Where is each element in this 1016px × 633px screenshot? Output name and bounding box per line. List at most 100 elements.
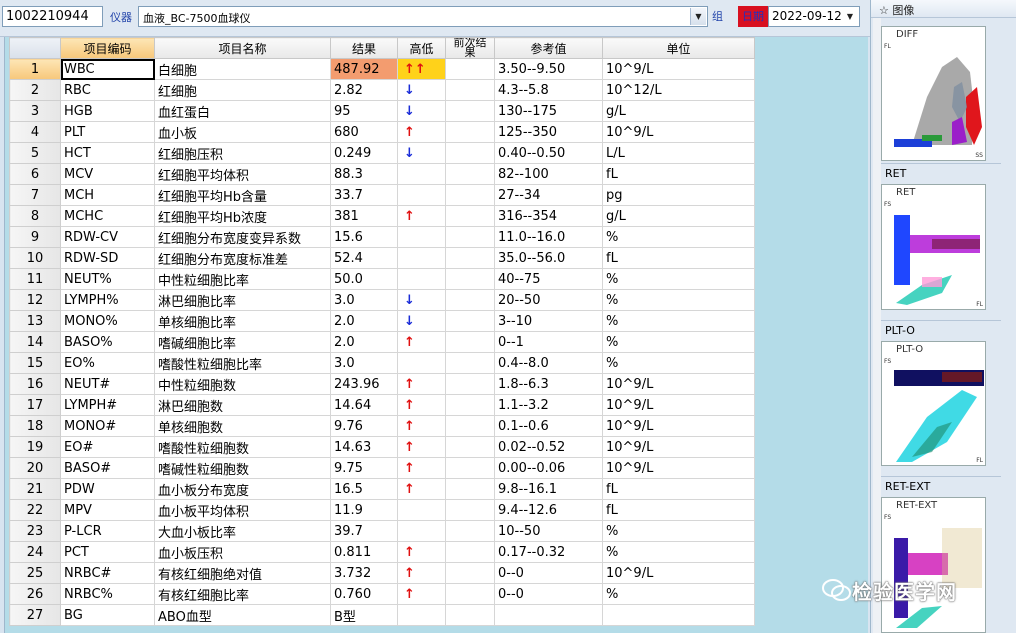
cell-item-name[interactable]: 嗜酸性粒细胞数 — [154, 436, 331, 458]
cell-unit[interactable]: fL — [602, 247, 755, 269]
cell-flag[interactable]: ↓ — [397, 289, 446, 311]
cell-reference-range[interactable]: 0--0 — [494, 583, 603, 605]
cell-item-code[interactable]: BASO% — [60, 331, 155, 353]
cell-unit[interactable]: fL — [602, 163, 755, 185]
cell-item-code[interactable]: NRBC% — [60, 583, 155, 605]
cell-result[interactable]: 14.64 — [330, 394, 398, 416]
cell-item-code[interactable]: EO# — [60, 436, 155, 458]
cell-result[interactable]: 14.63 — [330, 436, 398, 458]
cell-prev-result[interactable] — [445, 604, 495, 626]
cell-flag[interactable]: ↓ — [397, 142, 446, 164]
chevron-down-icon[interactable]: ▼ — [842, 8, 858, 25]
table-row[interactable]: 16 NEUT# 中性粒细胞数 243.96 ↑ 1.8--6.3 10^9/L — [9, 373, 755, 395]
cell-item-code[interactable]: RDW-CV — [60, 226, 155, 248]
cell-flag[interactable]: ↑ — [397, 373, 446, 395]
cell-item-name[interactable]: 血小板压积 — [154, 541, 331, 563]
sample-id-input[interactable]: 1002210944 — [2, 6, 103, 27]
cell-item-code[interactable]: NEUT# — [60, 373, 155, 395]
cell-result[interactable]: 88.3 — [330, 163, 398, 185]
cell-item-name[interactable]: 红细胞 — [154, 79, 331, 101]
cell-item-name[interactable]: 淋巴细胞数 — [154, 394, 331, 416]
table-row[interactable]: 8 MCHC 红细胞平均Hb浓度 381 ↑ 316--354 g/L — [9, 205, 755, 227]
header-code[interactable]: 项目编码 — [60, 37, 155, 59]
cell-item-name[interactable]: 血小板分布宽度 — [154, 478, 331, 500]
cell-reference-range[interactable]: 0.00--0.06 — [494, 457, 603, 479]
cell-item-code[interactable]: BASO# — [60, 457, 155, 479]
cell-item-name[interactable]: 中性粒细胞比率 — [154, 268, 331, 290]
table-row[interactable]: 11 NEUT% 中性粒细胞比率 50.0 40--75% — [9, 268, 755, 290]
table-row[interactable]: 12 LYMPH% 淋巴细胞比率 3.0 ↓ 20--50% — [9, 289, 755, 311]
cell-row-index[interactable]: 20 — [9, 457, 61, 479]
cell-prev-result[interactable] — [445, 520, 495, 542]
cell-item-name[interactable]: 嗜碱性粒细胞数 — [154, 457, 331, 479]
cell-prev-result[interactable] — [445, 142, 495, 164]
cell-item-name[interactable]: 有核红细胞绝对值 — [154, 562, 331, 584]
cell-item-code[interactable]: PDW — [60, 478, 155, 500]
cell-flag[interactable]: ↓ — [397, 100, 446, 122]
cell-prev-result[interactable] — [445, 289, 495, 311]
cell-result[interactable]: 95 — [330, 100, 398, 122]
cell-unit[interactable]: 10^9/L — [602, 121, 755, 143]
cell-reference-range[interactable]: 0--1 — [494, 331, 603, 353]
cell-item-code[interactable]: HGB — [60, 100, 155, 122]
table-row[interactable]: 9 RDW-CV 红细胞分布宽度变异系数 15.6 11.0--16.0% — [9, 226, 755, 248]
cell-row-index[interactable]: 9 — [9, 226, 61, 248]
cell-flag[interactable] — [397, 247, 446, 269]
cell-item-name[interactable]: 红细胞分布宽度标准差 — [154, 247, 331, 269]
cell-item-name[interactable]: 血红蛋白 — [154, 100, 331, 122]
cell-item-name[interactable]: 大血小板比率 — [154, 520, 331, 542]
cell-result[interactable]: 3.0 — [330, 352, 398, 374]
panel-scrollbar[interactable] — [873, 18, 881, 633]
cell-reference-range[interactable]: 1.1--3.2 — [494, 394, 603, 416]
cell-item-code[interactable]: HCT — [60, 142, 155, 164]
cell-item-name[interactable]: 中性粒细胞数 — [154, 373, 331, 395]
cell-row-index[interactable]: 12 — [9, 289, 61, 311]
cell-prev-result[interactable] — [445, 352, 495, 374]
cell-unit[interactable] — [602, 604, 755, 626]
cell-reference-range[interactable]: 9.8--16.1 — [494, 478, 603, 500]
cell-result[interactable]: 33.7 — [330, 184, 398, 206]
table-row[interactable]: 2 RBC 红细胞 2.82 ↓ 4.3--5.8 10^12/L — [9, 79, 755, 101]
cell-row-index[interactable]: 14 — [9, 331, 61, 353]
images-panel-title[interactable]: ☆ 图像 — [871, 0, 1016, 18]
cell-prev-result[interactable] — [445, 79, 495, 101]
cell-result[interactable]: 9.75 — [330, 457, 398, 479]
cell-result[interactable]: 50.0 — [330, 268, 398, 290]
cell-item-code[interactable]: MONO% — [60, 310, 155, 332]
cell-item-name[interactable]: 有核红细胞比率 — [154, 583, 331, 605]
cell-unit[interactable]: % — [602, 310, 755, 332]
cell-prev-result[interactable] — [445, 415, 495, 437]
cell-item-code[interactable]: RBC — [60, 79, 155, 101]
cell-row-index[interactable]: 26 — [9, 583, 61, 605]
cell-reference-range[interactable]: 3--10 — [494, 310, 603, 332]
cell-reference-range[interactable]: 0.17--0.32 — [494, 541, 603, 563]
table-row[interactable]: 4 PLT 血小板 680 ↑ 125--350 10^9/L — [9, 121, 755, 143]
cell-result[interactable]: 2.0 — [330, 331, 398, 353]
cell-result[interactable]: B型 — [330, 604, 398, 626]
cell-result[interactable]: 9.76 — [330, 415, 398, 437]
cell-prev-result[interactable] — [445, 247, 495, 269]
cell-result[interactable]: 16.5 — [330, 478, 398, 500]
header-name[interactable]: 项目名称 — [154, 37, 331, 59]
cell-flag[interactable] — [397, 163, 446, 185]
cell-result[interactable]: 0.249 — [330, 142, 398, 164]
cell-prev-result[interactable] — [445, 394, 495, 416]
cell-reference-range[interactable]: 35.0--56.0 — [494, 247, 603, 269]
cell-row-index[interactable]: 3 — [9, 100, 61, 122]
cell-item-name[interactable]: 血小板 — [154, 121, 331, 143]
date-picker[interactable]: 2022-09-12 ▼ — [768, 6, 860, 27]
instrument-select[interactable]: 血液_BC-7500血球仪 ▼ — [138, 6, 708, 27]
cell-prev-result[interactable] — [445, 184, 495, 206]
cell-row-index[interactable]: 8 — [9, 205, 61, 227]
table-row[interactable]: 20 BASO# 嗜碱性粒细胞数 9.75 ↑ 0.00--0.06 10^9/L — [9, 457, 755, 479]
cell-item-name[interactable]: 白细胞 — [154, 58, 331, 80]
table-row[interactable]: 14 BASO% 嗜碱细胞比率 2.0 ↑ 0--1% — [9, 331, 755, 353]
cell-reference-range[interactable]: 9.4--12.6 — [494, 499, 603, 521]
cell-reference-range[interactable]: 20--50 — [494, 289, 603, 311]
cell-unit[interactable]: L/L — [602, 142, 755, 164]
cell-item-code[interactable]: P-LCR — [60, 520, 155, 542]
cell-unit[interactable]: % — [602, 520, 755, 542]
cell-result[interactable]: 15.6 — [330, 226, 398, 248]
cell-prev-result[interactable] — [445, 205, 495, 227]
cell-prev-result[interactable] — [445, 310, 495, 332]
